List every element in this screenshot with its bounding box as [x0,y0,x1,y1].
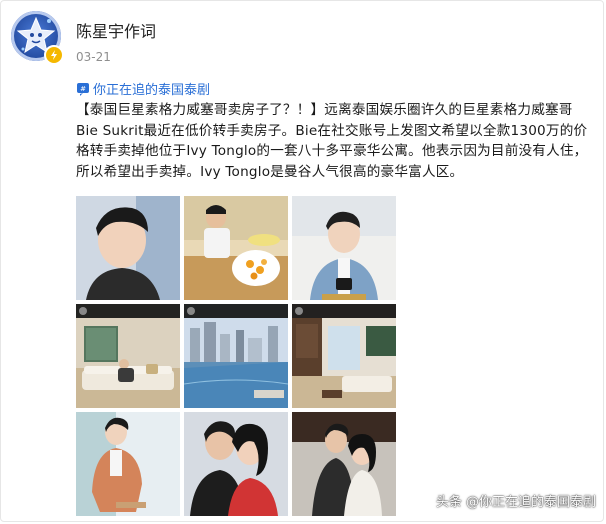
watermark-text: 头条 @你正在追的泰国泰剧 [435,495,596,510]
photo-couple-red-dress[interactable] [184,412,288,516]
ig-header-bar [184,304,288,318]
post-body: 【泰国巨星素格力威塞哥卖房子了？！】远离泰国娱乐圈许久的巨星素格力威塞哥Bie … [76,102,588,180]
svg-text:#: # [80,85,86,93]
sofa-image [76,304,180,408]
ig-header-bar [292,304,396,318]
photo-portrait-closeup[interactable] [76,196,180,300]
photo-denim-jacket[interactable] [292,196,396,300]
couple-red-image [184,412,288,516]
photo-apartment-living-room[interactable] [292,304,396,408]
pool-image [184,304,288,408]
photo-orange-suit[interactable] [76,412,180,516]
hashtag-bubble-icon: # [77,82,89,96]
topic-label: 你正在追的泰国泰剧 [93,83,211,98]
apartment-image [292,304,396,408]
topic-link[interactable]: # 你正在追的泰国泰剧 [76,79,210,98]
orange-suit-image [76,412,180,516]
photo-pool-city-view[interactable] [184,304,288,408]
denim-image [292,196,396,300]
post-date: 03-21 [76,50,111,64]
photo-living-room-sofa[interactable] [76,304,180,408]
ig-header-bar [76,304,180,318]
photo-couple-formal[interactable] [292,412,396,516]
photo-sitting-with-food[interactable] [184,196,288,300]
verified-badge-icon [44,45,64,65]
author-name[interactable]: 陈星宇作词 [76,18,156,42]
couple-formal-image [292,412,396,516]
food-image [184,196,288,300]
portrait-image [76,196,180,300]
